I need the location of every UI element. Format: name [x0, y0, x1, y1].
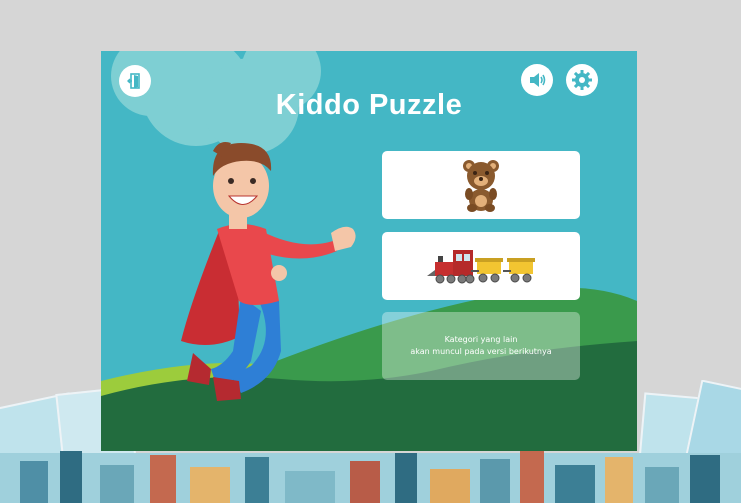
- exit-door-icon: [127, 73, 140, 89]
- city-skyline: [0, 451, 741, 503]
- teddy-bear-icon: [463, 160, 499, 212]
- train-icon: [427, 250, 535, 284]
- coming-soon-line2: akan muncul pada versi berikutnya: [410, 347, 552, 356]
- coming-soon-line1: Kategori yang lain: [444, 335, 518, 344]
- speaker-icon: [530, 73, 546, 87]
- gear-icon: [572, 70, 592, 90]
- category-teddy-bear[interactable]: [382, 151, 580, 219]
- coming-soon-card: Kategori yang lain akan muncul pada vers…: [382, 312, 580, 380]
- app-title: Kiddo Puzzle: [275, 89, 463, 121]
- game-window: Kiddo Puzzle Kategori yang lain akan mun…: [101, 51, 637, 451]
- category-train[interactable]: [382, 232, 580, 300]
